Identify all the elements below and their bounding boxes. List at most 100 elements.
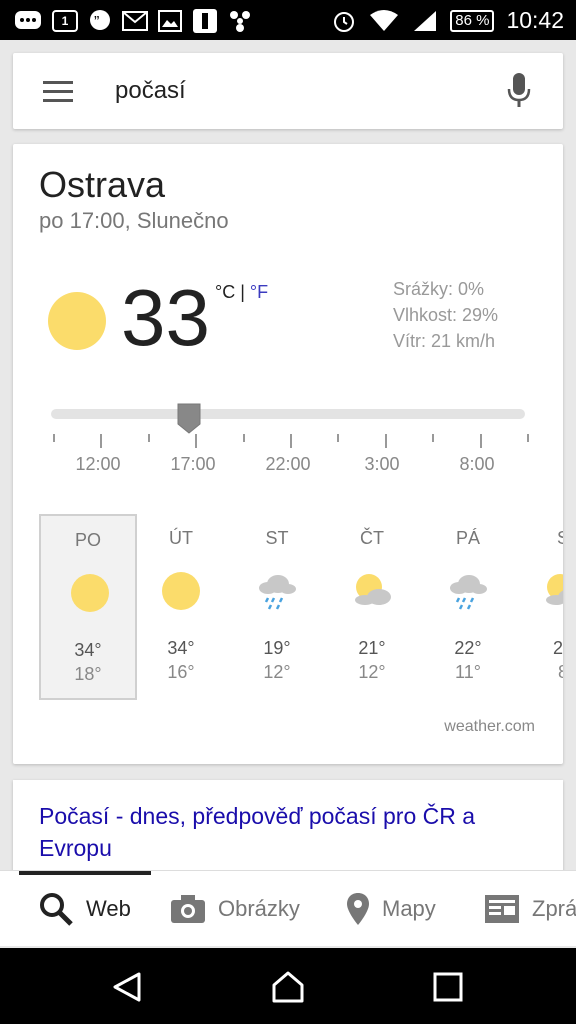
weather-city: Ostrava bbox=[39, 164, 166, 205]
day-name: PO bbox=[74, 530, 101, 550]
weather-source-link[interactable]: weather.com bbox=[444, 718, 535, 736]
search-result-title[interactable]: Počasí - dnes, předpověď počasí pro ČR a… bbox=[39, 800, 539, 864]
weather-card: Ostrava po 17:00, Slunečno 33 °C | °F Sr… bbox=[13, 144, 563, 764]
notification-icons: 1 ” bbox=[14, 8, 252, 34]
fan-icon bbox=[230, 11, 250, 32]
unit-celsius[interactable]: °C bbox=[215, 282, 235, 302]
sun-icon bbox=[71, 574, 109, 612]
hour-label: 12:00 bbox=[75, 454, 121, 474]
tab-web[interactable]: Web bbox=[38, 889, 131, 929]
calendar-icon: 1 bbox=[52, 10, 78, 32]
search-result-card: Počasí - dnes, předpověď počasí pro ČR a… bbox=[13, 780, 563, 880]
map-pin-icon bbox=[347, 893, 369, 925]
clock: 10:42 bbox=[506, 7, 564, 33]
day-low: 12° bbox=[263, 662, 291, 682]
day-name: PÁ bbox=[455, 528, 480, 548]
tab-news[interactable]: Zprávy bbox=[484, 889, 576, 929]
day-forecast[interactable]: S 21 8 bbox=[514, 514, 563, 700]
message-icon bbox=[15, 11, 41, 29]
unit-separator: | bbox=[240, 282, 245, 302]
day-high: 21 bbox=[552, 638, 563, 658]
news-icon bbox=[485, 895, 519, 923]
slider-tick bbox=[195, 434, 198, 448]
svg-text:”: ” bbox=[94, 14, 99, 31]
sun-icon bbox=[48, 292, 106, 350]
day-name: S bbox=[556, 528, 563, 548]
recents-icon[interactable] bbox=[431, 970, 465, 1004]
day-high: 34° bbox=[167, 638, 195, 658]
microphone-icon[interactable] bbox=[507, 73, 531, 109]
slider-tick bbox=[147, 434, 150, 442]
day-high: 22° bbox=[454, 638, 482, 658]
precipitation: Srážky: 0% bbox=[393, 279, 485, 299]
hour-label: 22:00 bbox=[265, 454, 311, 474]
search-bar[interactable]: počasí bbox=[13, 53, 563, 129]
day-name: ST bbox=[265, 528, 289, 548]
tab-label: Web bbox=[86, 896, 131, 921]
unit-fahrenheit[interactable]: °F bbox=[250, 282, 268, 302]
wind: Vítr: 21 km/h bbox=[393, 331, 496, 351]
slider-tick bbox=[100, 434, 103, 448]
calendar-day: 1 bbox=[61, 14, 69, 28]
humidity: Vlhkost: 29% bbox=[393, 305, 499, 325]
weather-condition: po 17:00, Slunečno bbox=[39, 208, 229, 233]
wifi-icon bbox=[370, 9, 399, 31]
day-name: ÚT bbox=[169, 528, 193, 548]
hamburger-menu-icon[interactable] bbox=[43, 81, 73, 102]
quote-icon: ” bbox=[90, 10, 110, 31]
day-forecast-selected[interactable]: PO 34° 18° bbox=[39, 514, 137, 700]
hour-label: 8:00 bbox=[459, 454, 495, 474]
day-low: 8 bbox=[557, 662, 563, 682]
search-input[interactable]: počasí bbox=[115, 77, 186, 105]
day-high: 19° bbox=[263, 638, 291, 658]
tab-label: Zprávy bbox=[532, 896, 576, 921]
tab-label: Mapy bbox=[382, 896, 436, 921]
sun-icon bbox=[162, 572, 200, 610]
slider-tick bbox=[242, 434, 245, 442]
time-ticks bbox=[53, 434, 529, 448]
slider-tick bbox=[290, 434, 292, 448]
day-name: ČT bbox=[360, 528, 384, 548]
weather-stats: Srážky: 0% Vlhkost: 29% Vítr: 21 km/h bbox=[393, 276, 523, 354]
day-forecast[interactable]: ČT 21° 12° bbox=[323, 514, 421, 700]
slider-tick bbox=[527, 434, 529, 442]
day-high: 21° bbox=[358, 638, 386, 658]
day-forecast[interactable]: ÚT 34° 16° bbox=[132, 514, 230, 700]
back-icon[interactable] bbox=[111, 970, 145, 1004]
active-tab-indicator bbox=[19, 871, 151, 875]
hour-label: 3:00 bbox=[364, 454, 400, 474]
time-slider-handle[interactable] bbox=[176, 402, 202, 434]
alarm-icon bbox=[334, 11, 355, 32]
hour-labels: 12:00 17:00 22:00 3:00 8:00 bbox=[13, 454, 563, 478]
signal-icon bbox=[414, 10, 437, 31]
slider-tick bbox=[337, 434, 340, 442]
slider-tick bbox=[384, 434, 387, 448]
day-high: 34° bbox=[74, 640, 102, 660]
day-low: 11° bbox=[455, 662, 481, 682]
slider-tick bbox=[479, 434, 482, 448]
system-status: 86 % 10:42 bbox=[332, 7, 564, 34]
battery-icon: 86 % bbox=[450, 9, 495, 32]
tab-images[interactable]: Obrázky bbox=[170, 889, 300, 929]
gmail-icon bbox=[122, 11, 148, 31]
partly-cloudy-icon bbox=[546, 574, 563, 605]
current-temperature: 33 bbox=[121, 273, 210, 362]
status-bar: 1 ” 86 % 10:42 bbox=[0, 0, 576, 40]
search-icon bbox=[40, 893, 73, 926]
home-icon[interactable] bbox=[271, 970, 305, 1004]
partly-cloudy-icon bbox=[355, 574, 391, 605]
search-tabs: Web Obrázky Mapy Zprávy bbox=[0, 870, 576, 946]
day-forecast[interactable]: ST 19° 12° bbox=[228, 514, 326, 700]
slider-tick bbox=[432, 434, 435, 442]
camera-icon bbox=[171, 895, 205, 923]
day-low: 18° bbox=[74, 664, 102, 684]
tab-label: Obrázky bbox=[218, 896, 300, 921]
day-forecast[interactable]: PÁ 22° 11° bbox=[419, 514, 517, 700]
day-low: 16° bbox=[167, 662, 195, 682]
app-icon bbox=[193, 9, 217, 33]
gallery-icon bbox=[158, 10, 182, 32]
rain-cloud-icon bbox=[259, 575, 296, 610]
unit-switch: °C | °F bbox=[215, 282, 268, 303]
time-slider-track[interactable] bbox=[51, 409, 525, 419]
tab-maps[interactable]: Mapy bbox=[346, 889, 436, 929]
